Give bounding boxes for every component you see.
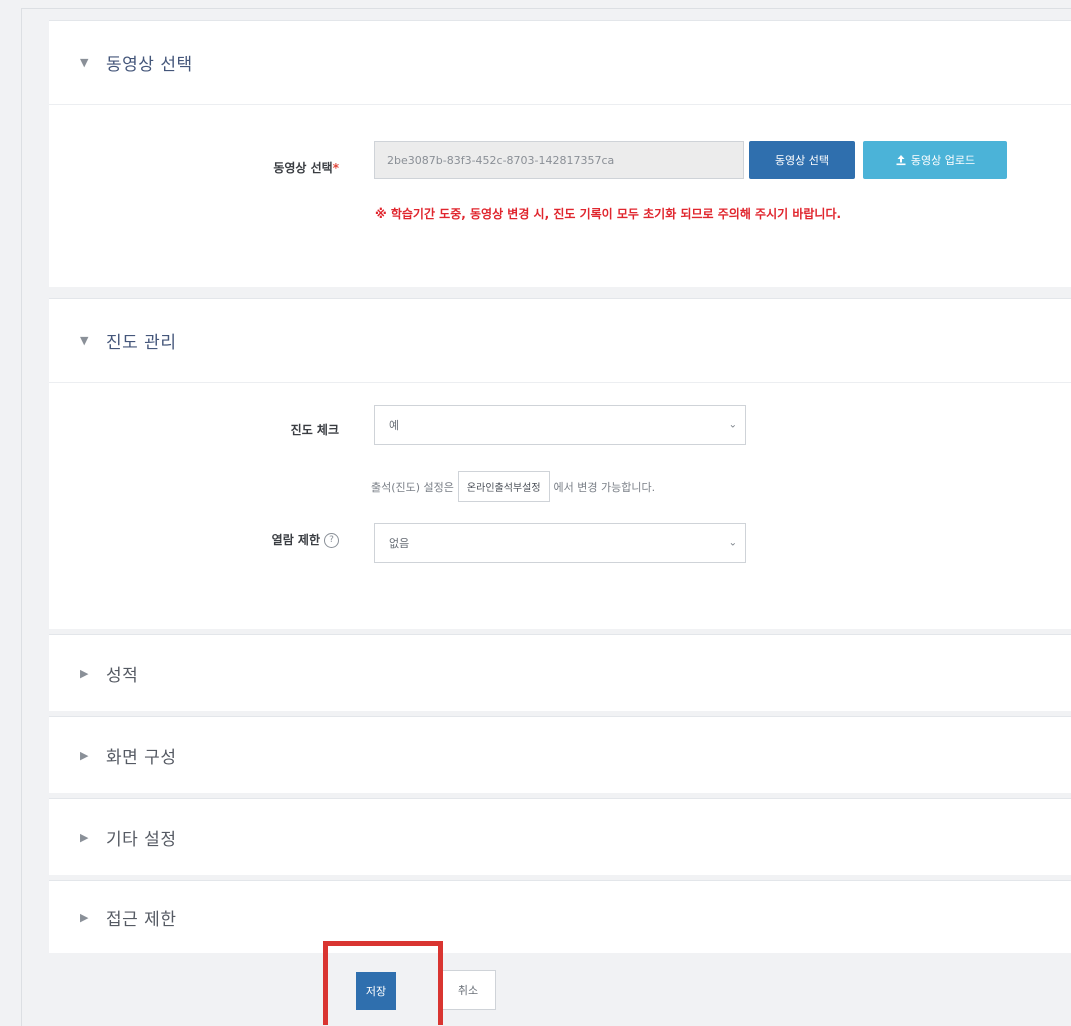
caret-down-icon: ▼: [80, 56, 89, 69]
hint-prefix: 출석(진도) 설정은: [371, 480, 454, 494]
section-title: 진도 관리: [106, 333, 177, 353]
progress-check-label: 진도 체크: [290, 423, 339, 437]
section-header-layout[interactable]: ▶ 화면 구성: [49, 717, 1071, 793]
cancel-button[interactable]: 취소: [440, 970, 496, 1010]
section-access: ▶ 접근 제한: [49, 880, 1071, 953]
section-progress: ▼ 진도 관리 진도 체크 예 ⌄ 출석(진도) 설정은 온라인출석부설정 에서…: [49, 298, 1071, 629]
chevron-down-icon: ⌄: [728, 537, 737, 549]
select-value: 없음: [389, 537, 410, 550]
caret-right-icon: ▶: [80, 748, 89, 762]
view-limit-label: 열람 제한?: [199, 531, 339, 548]
chevron-down-icon: ⌄: [728, 419, 737, 431]
attendance-settings-link[interactable]: 온라인출석부설정: [457, 471, 550, 502]
caret-right-icon: ▶: [80, 830, 89, 844]
section-layout: ▶ 화면 구성: [49, 716, 1071, 793]
section-title: 기타 설정: [106, 829, 177, 850]
section-header-progress[interactable]: ▼ 진도 관리: [49, 299, 1071, 383]
select-video-button[interactable]: 동영상 선택: [749, 141, 855, 179]
section-header-other[interactable]: ▶ 기타 설정: [49, 799, 1071, 875]
progress-check-select[interactable]: 예 ⌄: [374, 405, 746, 445]
save-highlight-box: [323, 941, 443, 1025]
section-header-access[interactable]: ▶ 접근 제한: [49, 881, 1071, 953]
attendance-hint: 출석(진도) 설정은 온라인출석부설정 에서 변경 가능합니다.: [371, 471, 655, 502]
section-grade: ▶ 성적: [49, 634, 1071, 711]
section-header-grade[interactable]: ▶ 성적: [49, 635, 1071, 711]
section-video-select: ▼ 동영상 선택 동영상 선택* 2be3087b-83f3-452c-8703…: [49, 20, 1071, 287]
section-title: 동영상 선택: [106, 55, 193, 75]
section-title: 화면 구성: [106, 747, 177, 768]
upload-video-button[interactable]: 동영상 업로드: [863, 141, 1007, 179]
caret-down-icon: ▼: [80, 334, 89, 347]
section-title: 성적: [106, 665, 139, 686]
select-value: 예: [389, 419, 400, 432]
video-id-field[interactable]: 2be3087b-83f3-452c-8703-142817357ca: [374, 141, 744, 179]
help-icon[interactable]: ?: [324, 533, 339, 548]
field-label-video: 동영상 선택*: [229, 159, 339, 176]
view-limit-text: 열람 제한: [271, 533, 320, 547]
caret-right-icon: ▶: [80, 666, 89, 680]
video-id-value: 2be3087b-83f3-452c-8703-142817357ca: [387, 153, 615, 167]
section-header-video[interactable]: ▼ 동영상 선택: [49, 21, 1071, 105]
section-other: ▶ 기타 설정: [49, 798, 1071, 875]
upload-button-label: 동영상 업로드: [910, 154, 976, 167]
upload-icon: [896, 155, 906, 166]
hint-suffix: 에서 변경 가능합니다.: [553, 480, 656, 494]
field-label-text: 동영상 선택: [273, 161, 333, 175]
required-mark: *: [332, 161, 339, 175]
view-limit-select[interactable]: 없음 ⌄: [374, 523, 746, 563]
video-change-warning: ※ 학습기간 도중, 동영상 변경 시, 진도 기록이 모두 초기화 되므로 주…: [375, 207, 842, 221]
caret-right-icon: ▶: [80, 910, 89, 924]
section-title: 접근 제한: [106, 909, 177, 930]
